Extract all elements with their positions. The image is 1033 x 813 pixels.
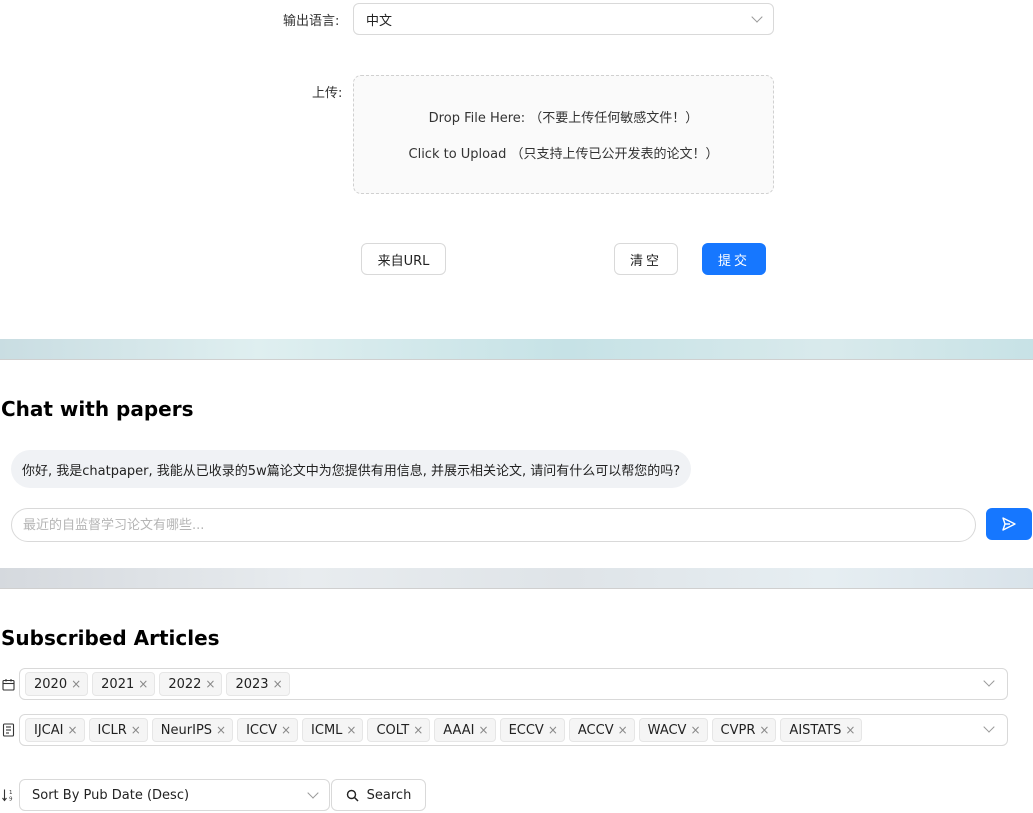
close-icon[interactable]: ×: [138, 677, 148, 691]
clear-button[interactable]: 清空: [614, 243, 678, 275]
venue-tag-label: NeurIPS: [160, 722, 213, 738]
year-filter-select[interactable]: 2020 × 2021 × 2022 × 2023 ×: [19, 668, 1008, 700]
send-button[interactable]: [986, 508, 1032, 540]
book-icon: [1, 723, 15, 737]
close-icon[interactable]: ×: [845, 723, 855, 737]
venue-tag-label: ICLR: [97, 722, 127, 738]
chat-section-title: Chat with papers: [1, 397, 194, 421]
venue-tag-label: ICML: [311, 722, 343, 738]
subscribed-section-title: Subscribed Articles: [1, 626, 220, 650]
close-icon[interactable]: ×: [131, 723, 141, 737]
venue-tag-label: AAAI: [443, 722, 475, 738]
venue-tag-label: CVPR: [720, 722, 756, 738]
close-icon[interactable]: ×: [548, 723, 558, 737]
close-icon[interactable]: ×: [71, 677, 81, 691]
close-icon[interactable]: ×: [413, 723, 423, 737]
venue-tag: AAAI ×: [434, 718, 496, 742]
output-language-label: 输出语言:: [283, 14, 340, 29]
venue-tag: WACV ×: [638, 718, 708, 742]
close-icon[interactable]: ×: [216, 723, 226, 737]
output-language-select[interactable]: 中文: [353, 3, 774, 35]
close-icon[interactable]: ×: [273, 677, 283, 691]
venue-tag: ECCV ×: [499, 718, 565, 742]
chat-input[interactable]: [11, 508, 976, 542]
output-language-value: 中文: [366, 13, 393, 29]
year-tag: 2021 ×: [92, 672, 156, 696]
venue-tag-label: IJCAI: [34, 722, 64, 738]
chevron-down-icon: [983, 675, 995, 687]
close-icon[interactable]: ×: [479, 723, 489, 737]
section-divider-band: [0, 568, 1033, 589]
upload-drop-hint: Drop File Here: （不要上传任何敏感文件！）: [428, 111, 699, 126]
venue-tag-label: ACCV: [577, 722, 614, 738]
chat-bot-message: 你好, 我是chatpaper, 我能从已收录的5w篇论文中为您提供有用信息, …: [11, 450, 692, 488]
upload-dropzone[interactable]: Drop File Here: （不要上传任何敏感文件！） Click to U…: [353, 75, 774, 194]
venue-tag: ICLR ×: [88, 718, 148, 742]
close-icon[interactable]: ×: [281, 723, 291, 737]
venue-tag: IJCAI ×: [25, 718, 85, 742]
venue-tag: NeurIPS ×: [151, 718, 234, 742]
venue-filter-select[interactable]: IJCAI × ICLR × NeurIPS × ICCV × ICML × COLT × AAAI × E…: [19, 714, 1008, 746]
svg-text:1: 1: [9, 790, 13, 796]
venue-tag-label: WACV: [647, 722, 687, 738]
venue-tag: ACCV ×: [568, 718, 635, 742]
upload-label: 上传:: [312, 86, 343, 101]
year-tag-label: 2023: [235, 676, 269, 692]
year-tag-label: 2022: [168, 676, 202, 692]
send-icon: [1002, 517, 1016, 531]
sort-select[interactable]: Sort By Pub Date (Desc): [19, 779, 330, 811]
year-tag: 2022 ×: [159, 672, 223, 696]
venue-tag-label: AISTATS: [789, 722, 842, 738]
close-icon[interactable]: ×: [759, 723, 769, 737]
search-button[interactable]: Search: [331, 779, 426, 811]
year-tag: 2023 ×: [226, 672, 290, 696]
venue-tag: COLT ×: [367, 718, 431, 742]
chevron-down-icon: [751, 11, 763, 23]
venue-tag: ICCV ×: [237, 718, 299, 742]
venue-tag: AISTATS ×: [780, 718, 863, 742]
chevron-down-icon: [307, 787, 319, 799]
venue-tag-label: COLT: [376, 722, 410, 738]
submit-button[interactable]: 提交: [702, 243, 766, 275]
year-tag-label: 2021: [101, 676, 135, 692]
close-icon[interactable]: ×: [67, 723, 77, 737]
venue-tag-label: ICCV: [246, 722, 277, 738]
sort-descending-icon: 1 9: [1, 788, 15, 802]
chevron-down-icon: [983, 721, 995, 733]
venue-tag: CVPR ×: [711, 718, 777, 742]
calendar-icon: [1, 677, 15, 691]
search-icon: [346, 789, 359, 802]
year-tag-label: 2020: [34, 676, 68, 692]
svg-text:9: 9: [9, 797, 13, 803]
search-button-label: Search: [366, 787, 412, 803]
close-icon[interactable]: ×: [618, 723, 628, 737]
venue-tag-label: ECCV: [508, 722, 544, 738]
section-divider-band: [0, 339, 1033, 360]
upload-click-hint: Click to Upload （只支持上传已公开发表的论文！）: [408, 147, 719, 162]
sort-value: Sort By Pub Date (Desc): [32, 787, 190, 803]
close-icon[interactable]: ×: [690, 723, 700, 737]
close-icon[interactable]: ×: [346, 723, 356, 737]
year-tag: 2020 ×: [25, 672, 89, 696]
venue-tag: ICML ×: [302, 718, 364, 742]
from-url-button[interactable]: 来自URL: [361, 243, 446, 275]
close-icon[interactable]: ×: [205, 677, 215, 691]
